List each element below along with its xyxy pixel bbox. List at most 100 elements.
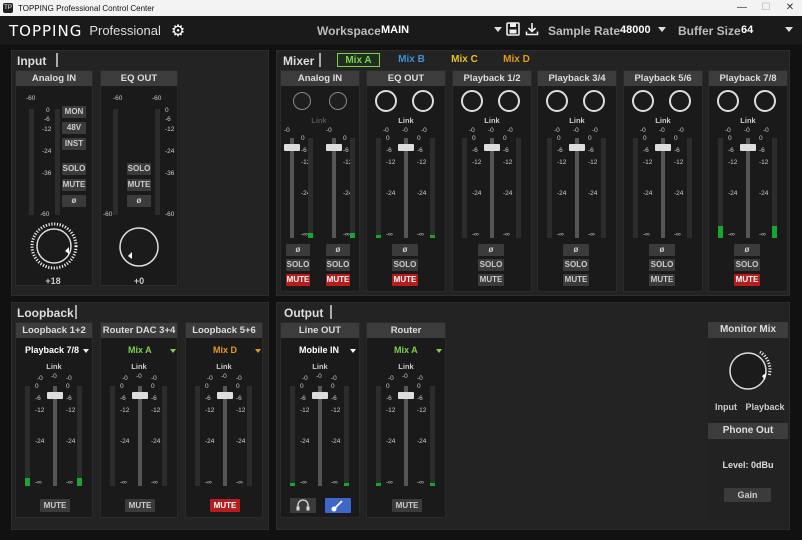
mute-button[interactable]: MUTE bbox=[649, 274, 675, 286]
source-select[interactable]: Playback 7/8 bbox=[25, 345, 79, 355]
headphone-button[interactable] bbox=[290, 498, 316, 513]
fader-handle[interactable] bbox=[569, 144, 585, 151]
link-toggle[interactable]: Link bbox=[40, 362, 68, 371]
source-select[interactable]: Mobile IN bbox=[299, 345, 339, 355]
fader-track[interactable] bbox=[490, 138, 494, 238]
fader-track[interactable] bbox=[404, 138, 408, 238]
fader-handle[interactable] bbox=[398, 144, 414, 151]
solo-button[interactable]: SOLO bbox=[326, 259, 350, 271]
fader-track[interactable] bbox=[404, 386, 408, 486]
pan-knob[interactable] bbox=[632, 90, 654, 112]
fader-track[interactable] bbox=[53, 386, 57, 486]
solo-button[interactable]: SOLO bbox=[127, 163, 151, 175]
mute-button[interactable]: MUTE bbox=[62, 179, 86, 191]
pan-knob[interactable] bbox=[717, 90, 739, 112]
fader-track[interactable] bbox=[318, 386, 322, 486]
buffer-size-select[interactable]: 64 bbox=[741, 24, 753, 36]
fader-track[interactable] bbox=[290, 138, 294, 238]
mute-button[interactable]: MUTE bbox=[210, 499, 240, 512]
chevron-down-icon[interactable] bbox=[494, 27, 502, 32]
mute-button[interactable]: MUTE bbox=[563, 274, 589, 286]
chevron-down-icon[interactable] bbox=[436, 349, 442, 353]
pan-knob[interactable] bbox=[293, 92, 311, 110]
link-toggle[interactable]: Link bbox=[125, 362, 153, 371]
fader-track[interactable] bbox=[575, 138, 579, 238]
chevron-down-icon[interactable] bbox=[785, 27, 793, 32]
fader-handle[interactable] bbox=[217, 392, 233, 399]
link-toggle[interactable]: Link bbox=[305, 116, 333, 125]
pan-knob[interactable] bbox=[375, 90, 397, 112]
chevron-down-icon[interactable] bbox=[350, 349, 356, 353]
pan-knob[interactable] bbox=[461, 90, 483, 112]
chevron-down-icon[interactable] bbox=[83, 349, 89, 353]
save-icon[interactable] bbox=[506, 22, 520, 36]
gain-knob[interactable] bbox=[115, 225, 163, 269]
phase-button[interactable]: ø bbox=[286, 244, 310, 256]
tab-mix-b[interactable]: Mix B bbox=[390, 53, 433, 67]
link-toggle[interactable]: Link bbox=[734, 116, 762, 125]
phase-button[interactable]: ø bbox=[326, 244, 350, 256]
phase-button[interactable]: ø bbox=[649, 244, 675, 256]
phase-button[interactable]: ø bbox=[563, 244, 589, 256]
pan-knob[interactable] bbox=[329, 92, 347, 110]
fader-handle[interactable] bbox=[655, 144, 671, 151]
mute-button[interactable]: MUTE bbox=[392, 499, 422, 512]
gain-knob[interactable] bbox=[29, 222, 79, 270]
link-toggle[interactable]: Link bbox=[306, 362, 334, 371]
close-button[interactable]: ✕ bbox=[778, 0, 802, 16]
mute-button[interactable]: MUTE bbox=[40, 499, 70, 512]
phase-button[interactable]: ø bbox=[734, 244, 760, 256]
source-select[interactable]: Mix D bbox=[213, 345, 237, 355]
link-toggle[interactable]: Link bbox=[392, 362, 420, 371]
solo-button[interactable]: SOLO bbox=[649, 259, 675, 271]
pan-knob[interactable] bbox=[583, 90, 605, 112]
sample-rate-select[interactable]: 48000 bbox=[620, 24, 651, 36]
fader-track[interactable] bbox=[746, 138, 750, 238]
mute-button[interactable]: MUTE bbox=[326, 274, 350, 286]
link-toggle[interactable]: Link bbox=[210, 362, 238, 371]
pan-knob[interactable] bbox=[498, 90, 520, 112]
solo-button[interactable]: SOLO bbox=[392, 259, 418, 271]
phase-button[interactable]: ø bbox=[392, 244, 418, 256]
source-select[interactable]: Mix A bbox=[394, 345, 418, 355]
chevron-down-icon[interactable] bbox=[170, 349, 176, 353]
phase-button[interactable]: ø bbox=[62, 195, 86, 207]
fader-track[interactable] bbox=[332, 138, 336, 238]
mute-button[interactable]: MUTE bbox=[478, 274, 504, 286]
workspace-select[interactable]: MAIN bbox=[381, 24, 409, 36]
pan-knob[interactable] bbox=[546, 90, 568, 112]
pan-knob[interactable] bbox=[754, 90, 776, 112]
link-toggle[interactable]: Link bbox=[649, 116, 677, 125]
fader-track[interactable] bbox=[138, 386, 142, 486]
fader-track[interactable] bbox=[223, 386, 227, 486]
fader-handle[interactable] bbox=[398, 392, 414, 399]
tab-mix-c[interactable]: Mix C bbox=[443, 53, 486, 67]
fader-handle[interactable] bbox=[326, 144, 342, 151]
solo-button[interactable]: SOLO bbox=[478, 259, 504, 271]
monitor-button[interactable]: MON bbox=[62, 106, 86, 118]
mute-button[interactable]: MUTE bbox=[127, 179, 151, 191]
phase-button[interactable]: ø bbox=[127, 195, 151, 207]
fader-handle[interactable] bbox=[47, 392, 63, 399]
mute-button[interactable]: MUTE bbox=[125, 499, 155, 512]
phase-button[interactable]: ø bbox=[478, 244, 504, 256]
chevron-down-icon[interactable] bbox=[658, 27, 666, 32]
download-icon[interactable] bbox=[525, 22, 539, 36]
gain-button[interactable]: Gain bbox=[724, 488, 771, 502]
pan-knob[interactable] bbox=[669, 90, 691, 112]
tab-mix-a[interactable]: Mix A bbox=[337, 53, 380, 67]
solo-button[interactable]: SOLO bbox=[734, 259, 760, 271]
fader-handle[interactable] bbox=[132, 392, 148, 399]
mute-button[interactable]: MUTE bbox=[286, 274, 310, 286]
monitor-mix-knob[interactable] bbox=[722, 346, 774, 396]
pan-knob[interactable] bbox=[412, 90, 434, 112]
solo-button[interactable]: SOLO bbox=[62, 163, 86, 175]
solo-button[interactable]: SOLO bbox=[286, 259, 310, 271]
fader-handle[interactable] bbox=[484, 144, 500, 151]
chevron-down-icon[interactable] bbox=[255, 349, 261, 353]
fader-handle[interactable] bbox=[312, 392, 328, 399]
maximize-button[interactable]: ☐ bbox=[754, 0, 778, 16]
fader-handle[interactable] bbox=[284, 144, 300, 151]
link-toggle[interactable]: Link bbox=[478, 116, 506, 125]
mute-button[interactable]: MUTE bbox=[392, 274, 418, 286]
